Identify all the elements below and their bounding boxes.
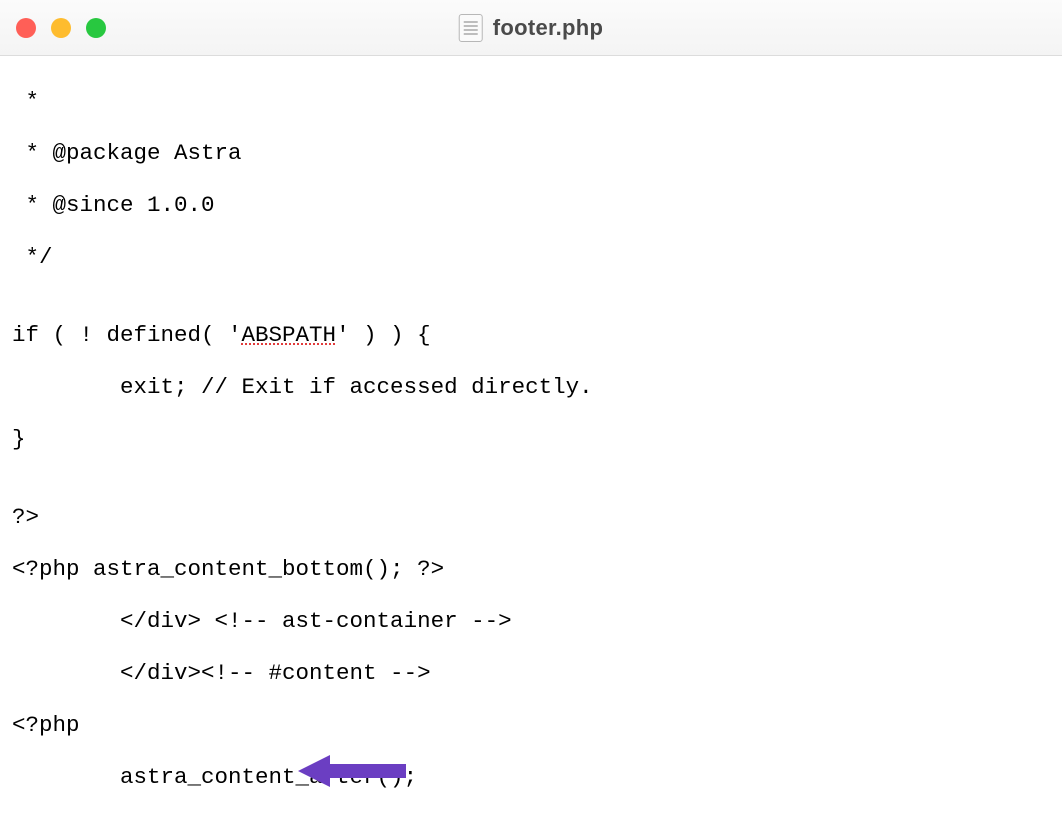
code-line: */: [12, 244, 1050, 270]
code-line: if ( ! defined( 'ABSPATH' ) ) {: [12, 322, 1050, 348]
spellcheck-underline: ABSPATH: [242, 322, 337, 348]
code-line: * @package Astra: [12, 140, 1050, 166]
zoom-window-button[interactable]: [86, 18, 106, 38]
traffic-lights: [16, 18, 106, 38]
code-line: *: [12, 88, 1050, 114]
code-line: <?php astra_content_bottom(); ?>: [12, 556, 1050, 582]
title-center: footer.php: [459, 14, 604, 42]
text-editor-content[interactable]: * * @package Astra * @since 1.0.0 */ if …: [0, 56, 1062, 823]
code-line: exit; // Exit if accessed directly.: [12, 374, 1050, 400]
code-line: * @since 1.0.0: [12, 192, 1050, 218]
code-line: </div><!-- #content -->: [12, 660, 1050, 686]
minimize-window-button[interactable]: [51, 18, 71, 38]
code-line: <?php: [12, 712, 1050, 738]
code-line: </div> <!-- ast-container -->: [12, 608, 1050, 634]
code-line: }: [12, 426, 1050, 452]
code-line: ?>: [12, 504, 1050, 530]
window-titlebar: footer.php: [0, 0, 1062, 56]
document-icon: [459, 14, 483, 42]
code-line: astra_content_after();: [12, 764, 1050, 790]
window-title: footer.php: [493, 15, 604, 41]
close-window-button[interactable]: [16, 18, 36, 38]
